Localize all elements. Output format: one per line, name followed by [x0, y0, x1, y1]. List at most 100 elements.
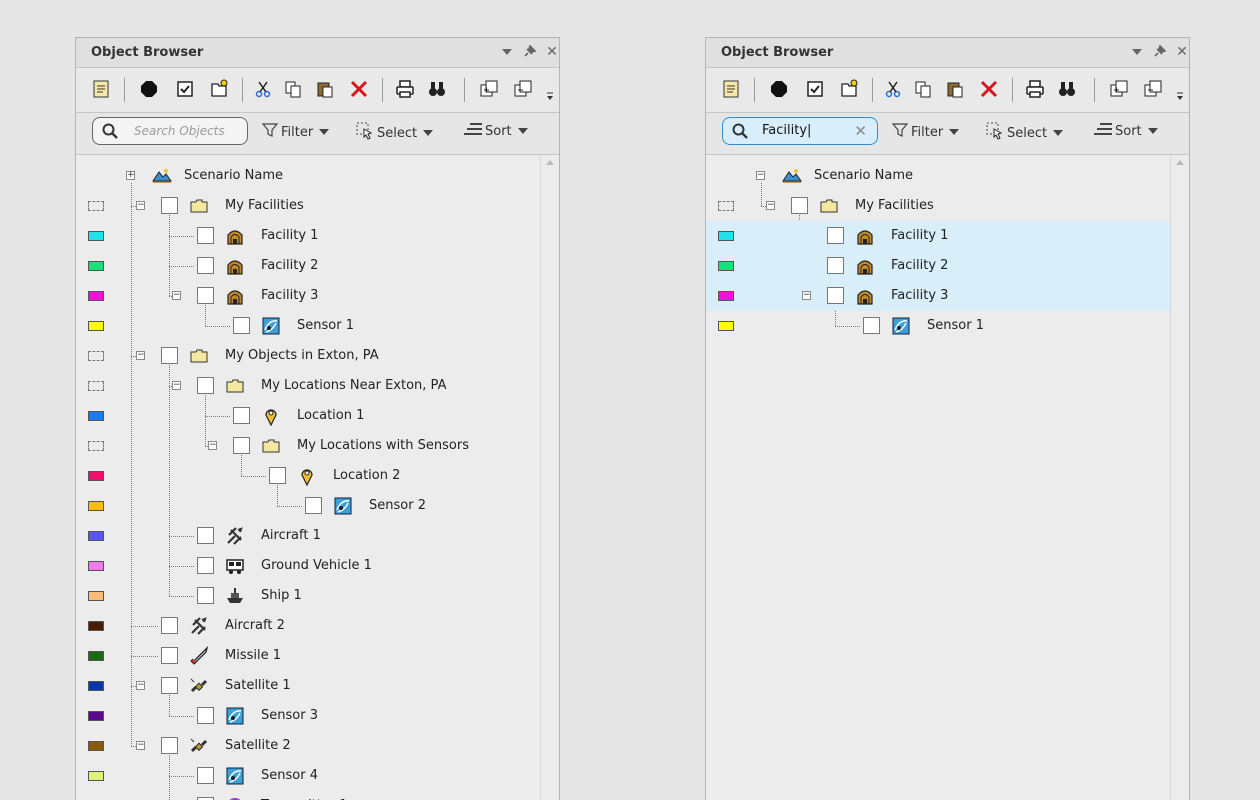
- visibility-checkbox[interactable]: [197, 707, 214, 724]
- tree-item[interactable]: Sensor 1: [76, 311, 540, 341]
- tree-item[interactable]: Sensor 1: [706, 311, 1170, 341]
- overflow-icon[interactable]: [544, 84, 556, 106]
- collapse-icon[interactable]: −: [208, 441, 217, 450]
- collapse-icon[interactable]: −: [756, 171, 765, 180]
- color-swatch[interactable]: [88, 261, 104, 271]
- visibility-checkbox[interactable]: [791, 197, 808, 214]
- color-swatch[interactable]: [88, 591, 104, 601]
- tree-item[interactable]: Missile 1: [76, 641, 540, 671]
- pin-icon[interactable]: [1150, 44, 1168, 60]
- tree-item[interactable]: − Facility 3: [76, 281, 540, 311]
- color-swatch[interactable]: [88, 441, 104, 451]
- sort-button[interactable]: Sort: [1094, 122, 1158, 140]
- visibility-checkbox[interactable]: [827, 257, 844, 274]
- color-swatch[interactable]: [88, 501, 104, 511]
- stop-icon[interactable]: [138, 78, 160, 100]
- collapse-icon[interactable]: −: [172, 291, 181, 300]
- tree-item[interactable]: − Scenario Name: [706, 161, 1170, 191]
- tree-item[interactable]: Aircraft 1: [76, 521, 540, 551]
- properties-icon[interactable]: [90, 78, 112, 100]
- collapse-all-icon[interactable]: [512, 78, 534, 100]
- tree-item[interactable]: Location 1: [76, 401, 540, 431]
- tree-item[interactable]: Transmitter 1: [76, 791, 540, 800]
- visibility-checkbox[interactable]: [827, 227, 844, 244]
- tree-item[interactable]: Ground Vehicle 1: [76, 551, 540, 581]
- collapse-icon[interactable]: −: [136, 351, 145, 360]
- visibility-checkbox[interactable]: [197, 587, 214, 604]
- color-swatch[interactable]: [88, 351, 104, 361]
- tree-item[interactable]: − Facility 3: [706, 281, 1170, 311]
- visibility-checkbox[interactable]: [233, 407, 250, 424]
- visibility-checkbox[interactable]: [161, 347, 178, 364]
- tree-item[interactable]: Sensor 3: [76, 701, 540, 731]
- new-object-icon[interactable]: [208, 78, 230, 100]
- tree-item[interactable]: Ship 1: [76, 581, 540, 611]
- visibility-checkbox[interactable]: [827, 287, 844, 304]
- tree-item[interactable]: − My Locations Near Exton, PA: [76, 371, 540, 401]
- color-swatch[interactable]: [88, 471, 104, 481]
- tree-item[interactable]: Location 2: [76, 461, 540, 491]
- print-icon[interactable]: [1024, 78, 1046, 100]
- dropdown-icon[interactable]: [498, 44, 516, 60]
- visibility-checkbox[interactable]: [161, 617, 178, 634]
- print-icon[interactable]: [394, 78, 416, 100]
- expand-all-icon[interactable]: [478, 78, 500, 100]
- collapse-all-icon[interactable]: [1142, 78, 1164, 100]
- vertical-scrollbar[interactable]: [1170, 155, 1189, 800]
- tree-item[interactable]: Sensor 4: [76, 761, 540, 791]
- visibility-checkbox[interactable]: [269, 467, 286, 484]
- dropdown-icon[interactable]: [1128, 44, 1146, 60]
- checkbox-tool-icon[interactable]: [174, 78, 196, 100]
- color-swatch[interactable]: [718, 231, 734, 241]
- color-swatch[interactable]: [88, 651, 104, 661]
- visibility-checkbox[interactable]: [197, 527, 214, 544]
- color-swatch[interactable]: [718, 261, 734, 271]
- visibility-checkbox[interactable]: [197, 557, 214, 574]
- color-swatch[interactable]: [718, 291, 734, 301]
- expand-icon[interactable]: +: [126, 171, 135, 180]
- visibility-checkbox[interactable]: [305, 497, 322, 514]
- copy-icon[interactable]: [282, 78, 304, 100]
- tree-item[interactable]: − My Objects in Exton, PA: [76, 341, 540, 371]
- color-swatch[interactable]: [88, 231, 104, 241]
- search-input[interactable]: Facility| ✕: [722, 117, 878, 145]
- visibility-checkbox[interactable]: [233, 437, 250, 454]
- color-swatch[interactable]: [88, 201, 104, 211]
- select-button[interactable]: Select: [986, 122, 1064, 144]
- tree-item[interactable]: Facility 1: [76, 221, 540, 251]
- visibility-checkbox[interactable]: [197, 287, 214, 304]
- cut-icon[interactable]: [882, 78, 904, 100]
- find-icon[interactable]: [426, 78, 448, 100]
- clear-search-icon[interactable]: ✕: [854, 122, 867, 140]
- tree-item[interactable]: Facility 1: [706, 221, 1170, 251]
- close-icon[interactable]: ✕: [1173, 44, 1189, 60]
- color-swatch[interactable]: [88, 321, 104, 331]
- paste-icon[interactable]: [944, 78, 966, 100]
- tree-item[interactable]: − Satellite 1: [76, 671, 540, 701]
- collapse-icon[interactable]: −: [136, 741, 145, 750]
- search-value[interactable]: Facility|: [762, 123, 811, 138]
- visibility-checkbox[interactable]: [161, 197, 178, 214]
- color-swatch[interactable]: [88, 381, 104, 391]
- visibility-checkbox[interactable]: [161, 737, 178, 754]
- search-input[interactable]: Search Objects: [92, 117, 248, 145]
- tree-item[interactable]: − My Facilities: [706, 191, 1170, 221]
- checkbox-tool-icon[interactable]: [804, 78, 826, 100]
- tree-item[interactable]: − My Locations with Sensors: [76, 431, 540, 461]
- tree-item[interactable]: Facility 2: [76, 251, 540, 281]
- properties-icon[interactable]: [720, 78, 742, 100]
- visibility-checkbox[interactable]: [197, 257, 214, 274]
- copy-icon[interactable]: [912, 78, 934, 100]
- find-icon[interactable]: [1056, 78, 1078, 100]
- color-swatch[interactable]: [88, 741, 104, 751]
- cut-icon[interactable]: [252, 78, 274, 100]
- collapse-icon[interactable]: −: [136, 201, 145, 210]
- tree-item[interactable]: − Satellite 2: [76, 731, 540, 761]
- pin-icon[interactable]: [520, 44, 538, 60]
- visibility-checkbox[interactable]: [197, 227, 214, 244]
- color-swatch[interactable]: [88, 771, 104, 781]
- scroll-up-icon[interactable]: [1176, 160, 1184, 165]
- tree-item[interactable]: Aircraft 2: [76, 611, 540, 641]
- color-swatch[interactable]: [88, 291, 104, 301]
- visibility-checkbox[interactable]: [233, 317, 250, 334]
